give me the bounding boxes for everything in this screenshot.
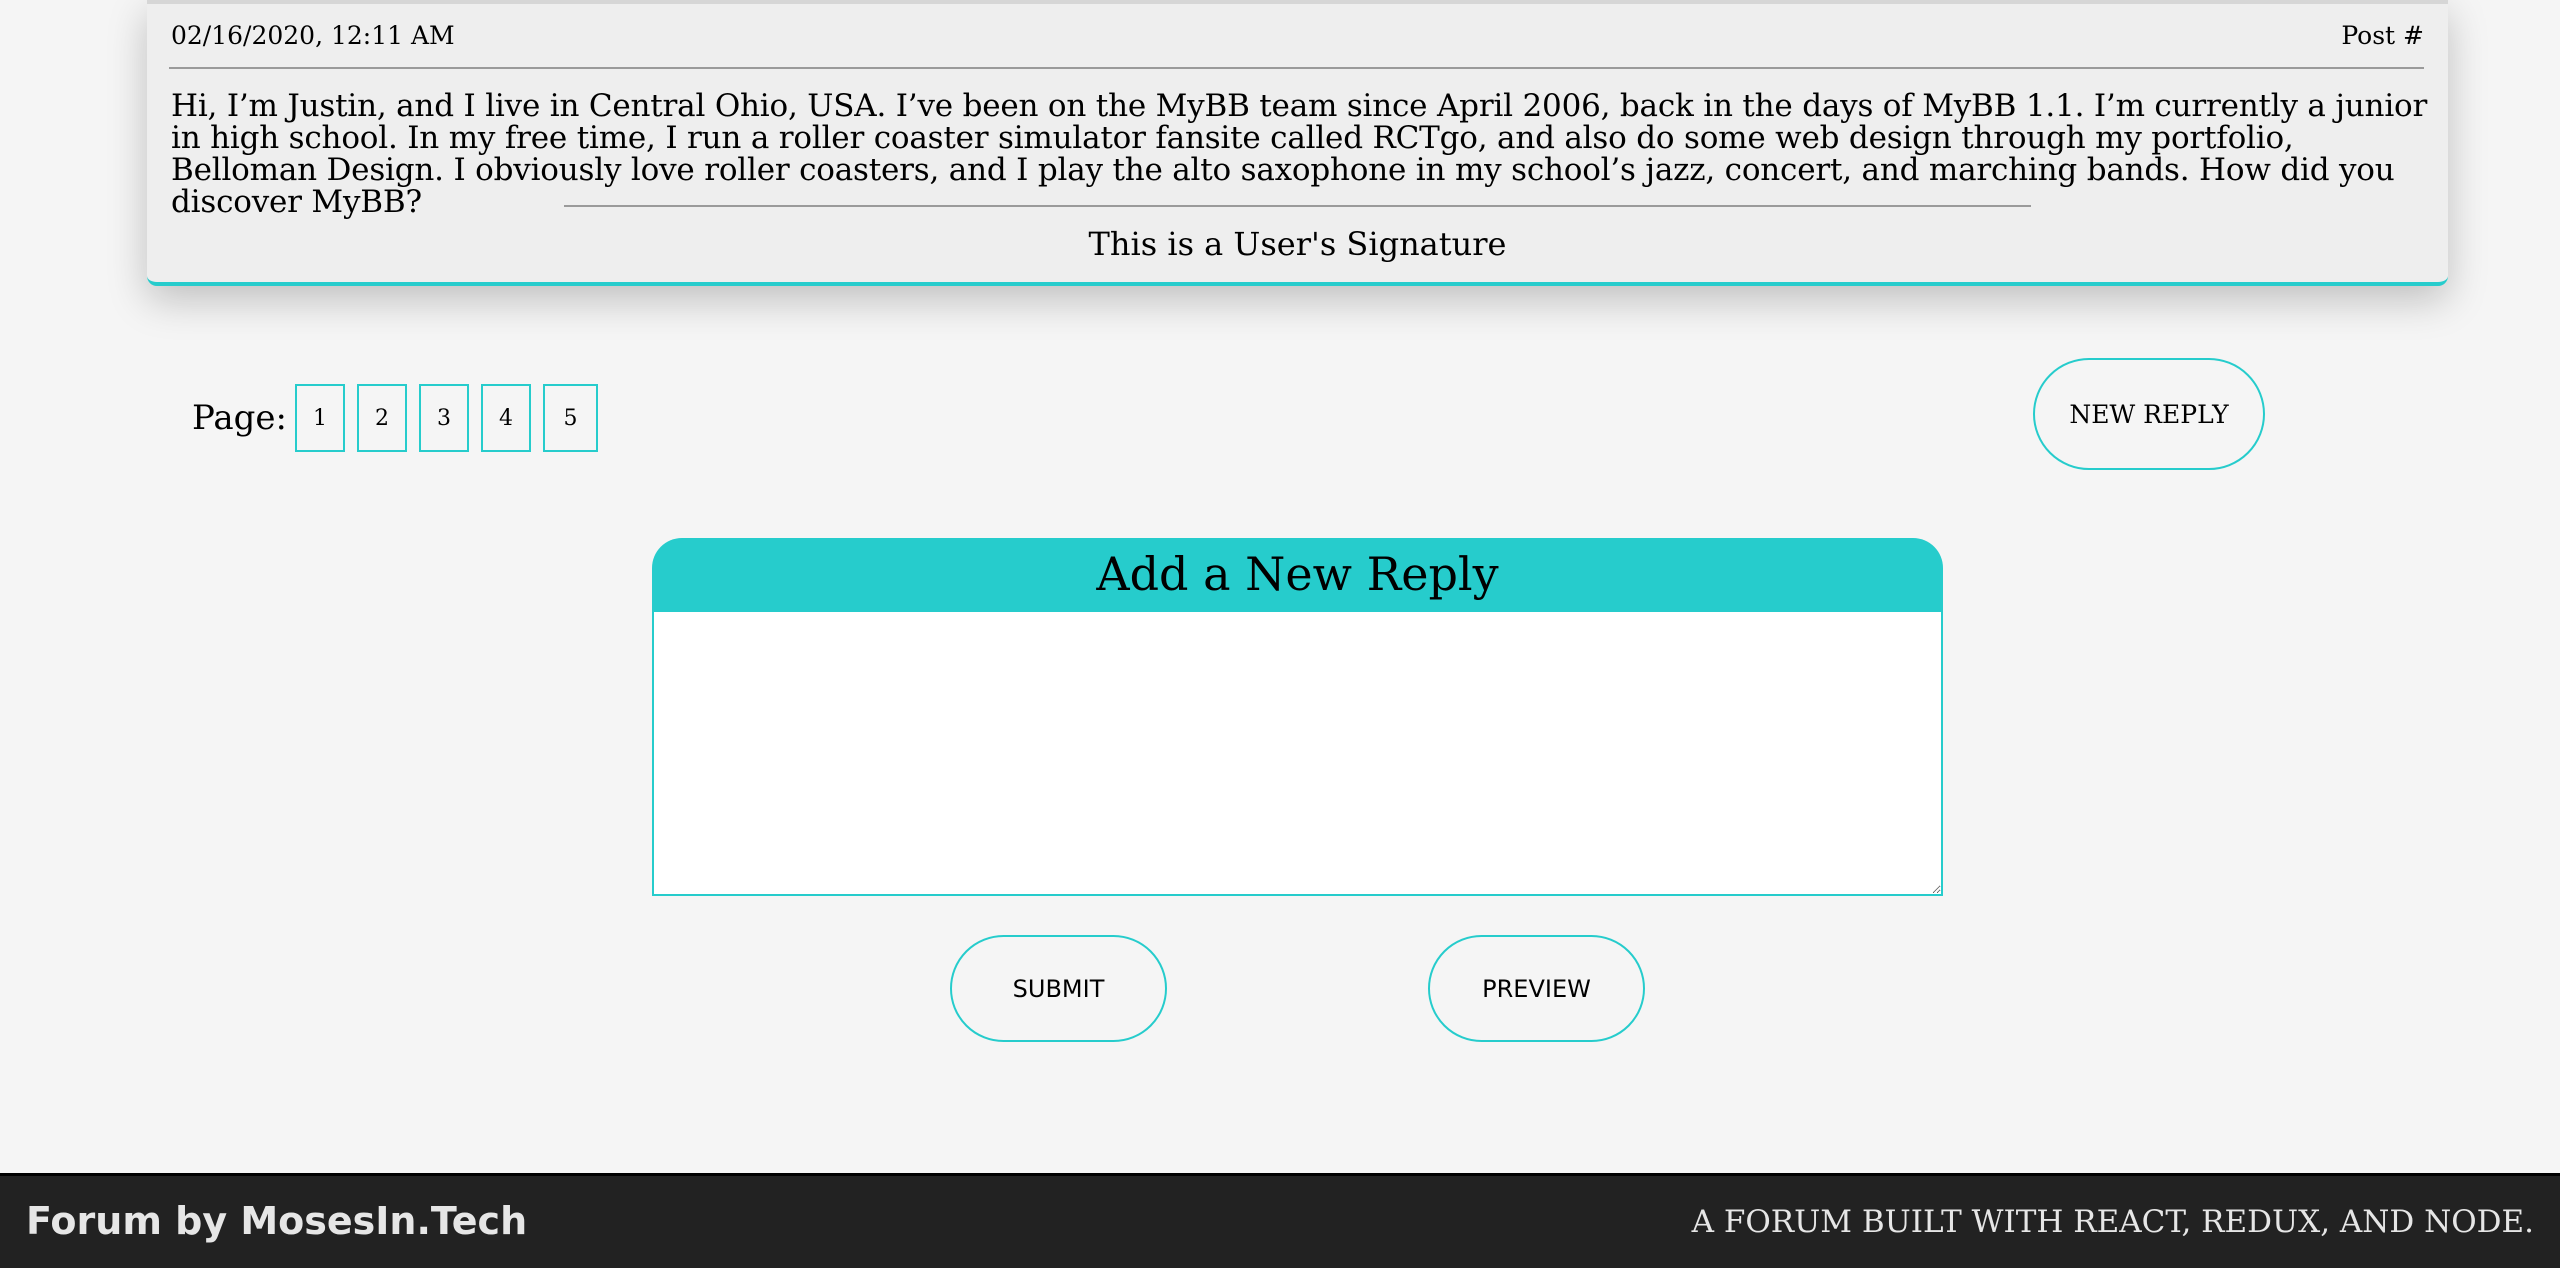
page-button-2[interactable]: 2 — [356, 384, 407, 452]
post-date: 02/16/2020, 12:11 AM — [171, 21, 455, 50]
new-reply-button[interactable]: NEW REPLY — [2033, 358, 2265, 470]
reply-form-title: Add a New Reply — [652, 538, 1943, 610]
reply-textarea[interactable] — [652, 610, 1943, 896]
post-signature: This is a User's Signature — [1088, 225, 1507, 263]
reply-form: Add a New Reply — [652, 538, 1943, 896]
submit-button[interactable]: SUBMIT — [950, 935, 1167, 1042]
page-button-5[interactable]: 5 — [542, 384, 598, 452]
page-button-1[interactable]: 1 — [294, 384, 345, 452]
post-number: Post # — [2341, 21, 2424, 50]
footer-tagline: A FORUM BUILT WITH REACT, REDUX, AND NOD… — [1691, 1204, 2534, 1240]
post-card: 02/16/2020, 12:11 AM Post # Hi, I’m Just… — [147, 0, 2448, 286]
post-top-border — [147, 0, 2448, 4]
pagination-label: Page: — [192, 398, 287, 438]
footer: Forum by MosesIn.Tech A FORUM BUILT WITH… — [0, 1173, 2560, 1268]
page-button-3[interactable]: 3 — [418, 384, 469, 452]
preview-button[interactable]: PREVIEW — [1428, 935, 1645, 1042]
footer-brand-link[interactable]: Forum by MosesIn.Tech — [26, 1198, 527, 1244]
post-body: Hi, I’m Justin, and I live in Central Oh… — [171, 88, 2428, 220]
pagination: Page: 1 2 3 4 5 — [192, 381, 610, 455]
page-button-4[interactable]: 4 — [480, 384, 531, 452]
signature-divider — [564, 205, 2031, 207]
post-header-divider — [169, 67, 2424, 69]
